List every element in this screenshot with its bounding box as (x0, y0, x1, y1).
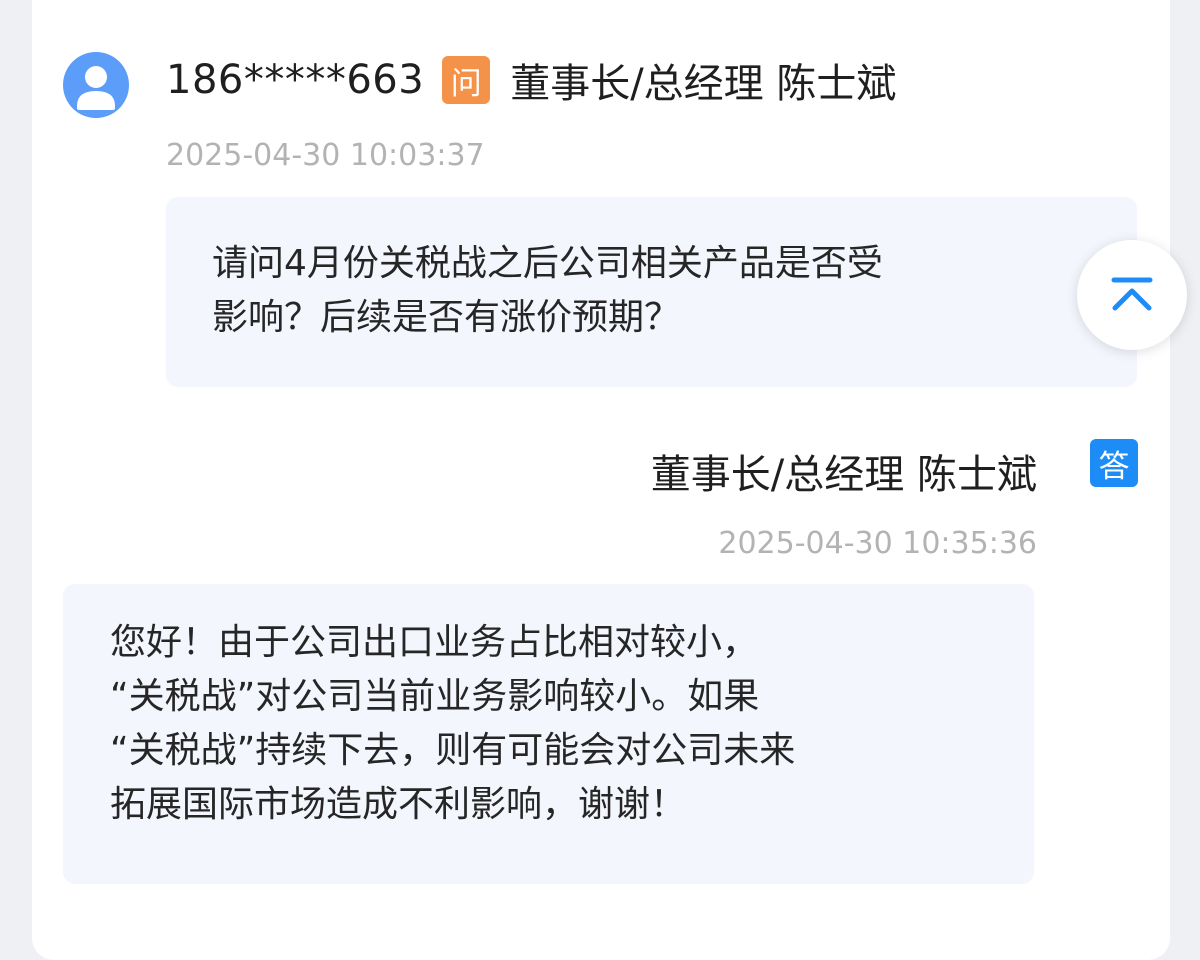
question-bubble: 请问4月份关税战之后公司相关产品是否受 影响？后续是否有涨价预期？ (166, 197, 1137, 387)
answer-badge: 答 (1090, 439, 1138, 487)
back-to-top-button[interactable] (1077, 240, 1187, 350)
answer-responder: 董事长/总经理 陈士斌 (650, 452, 1037, 498)
question-text-line: 请问4月份关税战之后公司相关产品是否受 (212, 243, 883, 284)
answer-bubble: 您好！由于公司出口业务占比相对较小， “关税战”对公司当前业务影响较小。如果 “… (63, 584, 1034, 884)
question-badge: 问 (442, 56, 491, 104)
answer-timestamp: 2025-04-30 10:35:36 (718, 526, 1037, 561)
user-avatar-icon (63, 52, 129, 118)
answer-text-line: 您好！由于公司出口业务占比相对较小， (110, 622, 759, 663)
back-to-top-icon (1111, 277, 1153, 311)
question-text-line: 影响？后续是否有涨价预期？ (212, 297, 681, 338)
question-target: 董事长/总经理 陈士斌 (510, 61, 897, 107)
answer-text-line: 拓展国际市场造成不利影响，谢谢！ (110, 784, 687, 825)
question-header: 186*****663 问 董事长/总经理 陈士斌 (166, 54, 897, 107)
question-timestamp: 2025-04-30 10:03:37 (166, 138, 485, 173)
asker-id: 186*****663 (166, 57, 425, 103)
answer-text-line: “关税战”对公司当前业务影响较小。如果 (110, 676, 760, 717)
answer-text-line: “关税战”持续下去，则有可能会对公司未来 (110, 730, 796, 771)
